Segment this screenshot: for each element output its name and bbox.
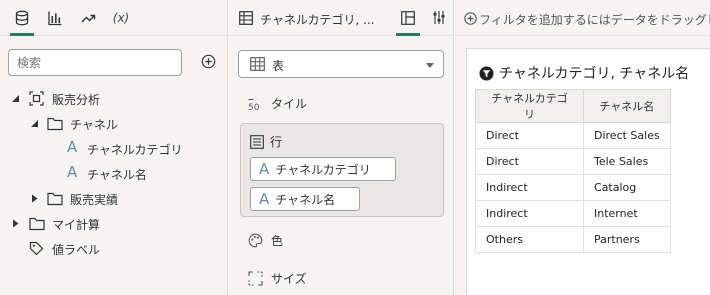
add-filter-icon[interactable] (464, 12, 477, 25)
table-cell: Partners (583, 226, 671, 253)
table-header-row: チャネルカテゴリ チャネル名 (475, 89, 671, 123)
tree-item-value-label[interactable]: 値ラベル (0, 236, 228, 261)
attribute-icon: A (67, 163, 78, 181)
tree-item-subject-area[interactable]: 販売分析 (0, 86, 228, 111)
tree-item-channel-category[interactable]: A チャネルカテゴリ (0, 136, 228, 161)
rows-header: 行 (250, 133, 282, 150)
tree-label: チャネル名 (87, 168, 147, 182)
folder-icon (47, 192, 63, 206)
table-row[interactable]: Direct Tele Sales (475, 148, 671, 175)
svg-text:50: 50 (248, 103, 260, 111)
column-header[interactable]: チャネル名 (583, 89, 671, 123)
tree-label: 販売実績 (70, 193, 119, 207)
grammar-color[interactable]: 色 (248, 232, 283, 249)
table-cell: Tele Sales (583, 148, 671, 175)
subject-area-icon (29, 91, 44, 106)
attribute-icon: A (259, 189, 270, 208)
chip-label: チャネル名 (275, 192, 336, 207)
tree-label: チャネル (70, 118, 118, 132)
folder-icon (29, 217, 45, 231)
tab-analytics[interactable] (74, 0, 102, 36)
table-cell: Direct (475, 122, 584, 149)
table-cell: Indirect (475, 200, 584, 227)
bar-chart-icon (48, 11, 62, 25)
grammar-tile[interactable]: 50 タイル (248, 95, 307, 112)
tab-data[interactable] (8, 0, 36, 36)
properties-sliders-icon[interactable] (432, 10, 446, 25)
grammar-size[interactable]: サイズ (248, 270, 307, 287)
attribute-icon: A (67, 138, 78, 156)
palette-icon (248, 233, 263, 248)
rows-drop-target[interactable]: 行 A チャネルカテゴリ A チャネル名 (240, 123, 444, 217)
tree-label: マイ計算 (52, 218, 101, 232)
visualization-canvas[interactable]: チャネルカテゴリ, チャネル名 チャネルカテゴリ チャネル名 Direct Di… (466, 48, 710, 295)
visualization-type-value: 表 (272, 59, 285, 73)
rows-label: 行 (270, 135, 283, 149)
table-cell: Direct Sales (583, 122, 671, 149)
data-tree: 販売分析 チャネル A チャネルカテゴリ A チャネル名 販売実績 マイ計算 値… (0, 86, 228, 261)
tag-icon (29, 241, 44, 256)
tree-item-channel-folder[interactable]: チャネル (0, 111, 228, 136)
tree-item-channel-name[interactable]: A チャネル名 (0, 161, 228, 186)
grammar-header: チャネルカテゴリ, ... (228, 0, 453, 36)
attribute-icon: A (259, 159, 270, 178)
grammar-icon (401, 11, 415, 25)
filter-bar[interactable]: フィルタを追加するにはデータをドラッグします (455, 0, 710, 36)
tree-label: チャネルカテゴリ (87, 143, 183, 157)
table-cell: Direct (475, 148, 584, 175)
tree-item-sales-results-folder[interactable]: 販売実績 (0, 186, 228, 211)
table-cell: Internet (583, 200, 671, 227)
data-panel-tabs: (x) (0, 0, 227, 36)
table-row[interactable]: Indirect Catalog (475, 174, 671, 201)
tab-visualizations[interactable] (41, 0, 69, 36)
trend-icon (81, 14, 96, 22)
resize-icon (248, 271, 263, 286)
table-cell: Indirect (475, 174, 584, 201)
folder-icon (47, 117, 63, 131)
size-label: サイズ (271, 272, 307, 286)
table-icon (250, 57, 265, 71)
search-input[interactable] (8, 49, 182, 76)
tree-label: 販売分析 (52, 93, 101, 107)
table-row[interactable]: Indirect Internet (475, 200, 671, 227)
visualization-name: チャネルカテゴリ, ... (260, 13, 375, 27)
data-panel: (x) 販売分析 チャネル A チャネルカテゴリ (0, 0, 228, 295)
tree-item-my-calculations[interactable]: マイ計算 (0, 211, 228, 236)
tile-label: タイル (271, 97, 308, 111)
table-cell: Catalog (583, 174, 671, 201)
collapse-triangle-icon[interactable] (11, 94, 20, 103)
tile-icon: 50 (248, 98, 260, 111)
filter-hint: フィルタを追加するにはデータをドラッグします (479, 13, 710, 27)
visualization-type-select[interactable]: 表 (238, 50, 444, 78)
chevron-down-icon (426, 63, 434, 68)
row-chip-channel-category[interactable]: A チャネルカテゴリ (250, 157, 396, 181)
tab-grammar[interactable] (396, 0, 420, 36)
table-row[interactable]: Others Partners (475, 226, 671, 253)
filter-funnel-icon (479, 66, 494, 80)
grammar-panel: チャネルカテゴリ, ... 表 50 タイル 行 A チャネルカテゴリ A チャ… (228, 0, 454, 295)
canvas-area: フィルタを追加するにはデータをドラッグします チャネルカテゴリ, チャネル名 チ… (455, 0, 710, 295)
expand-triangle-icon[interactable] (11, 219, 20, 228)
color-label: 色 (271, 234, 284, 248)
collapse-triangle-icon[interactable] (30, 119, 39, 128)
tab-calculations[interactable]: (x) (107, 0, 135, 36)
chip-label: チャネルカテゴリ (275, 162, 371, 177)
tree-label: 値ラベル (52, 243, 101, 257)
visualization-title-text: チャネルカテゴリ, チャネル名 (499, 66, 690, 82)
row-chip-channel-name[interactable]: A チャネル名 (250, 187, 360, 211)
data-table: チャネルカテゴリ チャネル名 Direct Direct Sales Direc… (475, 89, 671, 253)
column-header[interactable]: チャネルカテゴリ (475, 89, 584, 123)
expand-triangle-icon[interactable] (30, 194, 39, 203)
add-circle-icon[interactable] (201, 54, 216, 69)
table-cell: Others (475, 226, 584, 253)
visualization-title: チャネルカテゴリ, チャネル名 (479, 63, 689, 83)
table-row[interactable]: Direct Direct Sales (475, 122, 671, 149)
calculation-icon: (x) (112, 10, 130, 25)
database-icon (15, 10, 29, 25)
rows-icon (250, 134, 264, 149)
table-icon (239, 11, 253, 25)
